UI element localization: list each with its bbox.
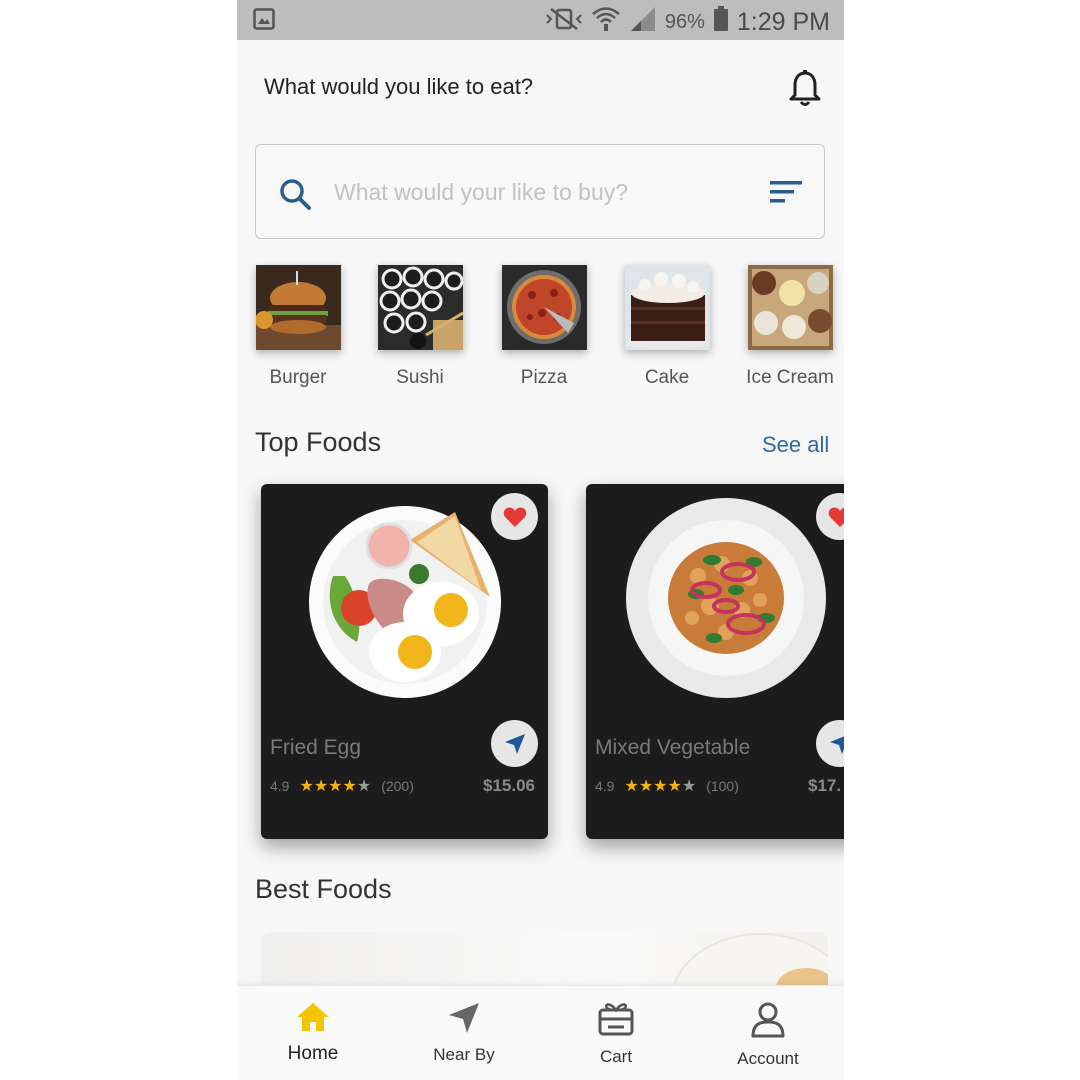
category-label: Cake — [644, 367, 690, 388]
star-rating: ★★★★★ — [624, 778, 697, 795]
gift-card-icon — [598, 1003, 634, 1036]
category-ice-cream[interactable]: Ice Cream — [735, 262, 844, 389]
favorite-button[interactable] — [491, 493, 538, 540]
wifi-icon — [591, 5, 621, 39]
nav-label: Cart — [599, 1047, 633, 1066]
heart-icon — [828, 507, 844, 527]
nav-near-by[interactable]: Near By — [404, 1002, 524, 1065]
rating-row: 4.9 ★★★★★ (100) — [595, 776, 739, 796]
food-price: $15.06 — [483, 776, 535, 795]
heart-icon — [503, 507, 526, 527]
signal-icon — [629, 6, 657, 38]
nav-label: Account — [737, 1049, 799, 1068]
search-bar — [255, 144, 825, 239]
search-input[interactable] — [334, 175, 714, 209]
gallery-notification-icon — [253, 8, 275, 35]
burger-image — [255, 265, 341, 350]
cake-image — [624, 265, 710, 350]
bottom-navigation: Home Near By Cart Account — [237, 985, 844, 1080]
home-icon — [297, 1003, 329, 1031]
review-count: (200) — [381, 778, 414, 794]
clock: 1:29 PM — [736, 7, 830, 36]
star-rating: ★★★★★ — [299, 778, 372, 795]
mute-vibrate-icon — [545, 7, 583, 37]
rating-row: 4.9 ★★★★★ (200) — [270, 776, 414, 796]
category-label: Sushi — [396, 367, 444, 388]
sushi-image — [377, 265, 463, 350]
user-icon — [751, 1002, 785, 1038]
nav-cart[interactable]: Cart — [556, 1002, 676, 1067]
category-label: Burger — [269, 367, 327, 388]
category-list: Burger Sushi Pizza Cake Ice Cream — [237, 262, 844, 402]
page-title: What would you like to eat? — [264, 74, 534, 99]
see-all-link[interactable]: See all — [762, 432, 829, 458]
category-cake[interactable]: Cake — [612, 262, 722, 389]
mixed-vegetable-image — [626, 498, 826, 703]
phone-screen: 96% 1:29 PM What would you like to eat? … — [237, 0, 844, 1080]
food-name: Mixed Vegetable — [595, 736, 751, 759]
status-bar: 96% 1:29 PM — [237, 0, 844, 40]
pizza-image — [501, 265, 587, 350]
nav-label: Near By — [433, 1045, 495, 1064]
rating-value: 4.9 — [270, 778, 290, 794]
search-icon[interactable] — [278, 177, 312, 216]
section-title-top-foods: Top Foods — [255, 427, 382, 457]
category-sushi[interactable]: Sushi — [365, 262, 475, 389]
filter-icon[interactable] — [770, 181, 804, 210]
navigation-arrow-icon — [449, 1003, 479, 1033]
food-card-fried-egg[interactable]: Fried Egg 4.9 ★★★★★ (200) $15.06 — [261, 484, 548, 839]
battery-icon — [713, 6, 729, 38]
category-pizza[interactable]: Pizza — [489, 262, 599, 389]
navigation-arrow-icon — [829, 735, 844, 754]
food-card-mixed-vegetable[interactable]: Mixed Vegetable 4.9 ★★★★★ (100) $17. — [586, 484, 844, 839]
navigate-button[interactable] — [816, 720, 844, 767]
category-burger[interactable]: Burger — [243, 262, 353, 389]
category-label: Ice Cream — [746, 367, 834, 388]
battery-percent: 96% — [664, 10, 705, 33]
notification-bell-icon[interactable] — [788, 70, 822, 108]
category-label: Pizza — [520, 367, 568, 388]
section-title-best-foods: Best Foods — [255, 874, 392, 904]
nav-home[interactable]: Home — [253, 1002, 373, 1065]
food-price: $17. — [808, 776, 842, 795]
ice-cream-image — [747, 265, 833, 350]
fried-egg-image — [305, 502, 505, 707]
navigate-button[interactable] — [491, 720, 538, 767]
food-name: Fried Egg — [270, 736, 362, 759]
review-count: (100) — [706, 778, 739, 794]
rating-value: 4.9 — [595, 778, 615, 794]
nav-account[interactable]: Account — [708, 1002, 828, 1069]
nav-label: Home — [287, 1043, 339, 1064]
navigation-arrow-icon — [504, 733, 525, 754]
